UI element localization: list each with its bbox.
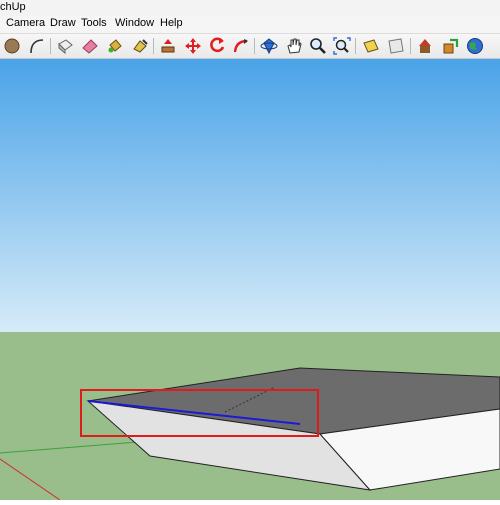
toolbar	[0, 34, 500, 59]
model-viewport[interactable]	[0, 59, 500, 501]
move-icon[interactable]	[183, 36, 203, 56]
orbit-icon[interactable]	[259, 36, 279, 56]
pan-icon[interactable]	[284, 36, 304, 56]
get-models-icon[interactable]	[415, 36, 435, 56]
section-icon[interactable]	[361, 36, 381, 56]
rotate-icon[interactable]	[207, 36, 227, 56]
scene-canvas[interactable]	[0, 59, 500, 501]
toolbar-separator	[355, 38, 356, 54]
circle-icon[interactable]	[2, 36, 22, 56]
menu-window[interactable]: Window	[115, 17, 154, 29]
zoom-icon[interactable]	[308, 36, 328, 56]
paint-bucket-icon[interactable]	[105, 36, 125, 56]
menu-tools[interactable]: Tools	[81, 17, 107, 29]
menu-help[interactable]: Help	[160, 17, 183, 29]
globe-icon[interactable]	[465, 36, 485, 56]
menu-draw[interactable]: Draw	[50, 17, 76, 29]
menu-bar: Camera Draw Tools Window Help	[0, 16, 500, 34]
toolbar-separator	[153, 38, 154, 54]
toolbar-separator	[254, 38, 255, 54]
follow-me-icon[interactable]	[231, 36, 251, 56]
eraser-icon[interactable]	[80, 36, 100, 56]
sky	[0, 59, 500, 332]
zoom-extents-icon[interactable]	[332, 36, 352, 56]
title-bar: chUp	[0, 0, 500, 16]
paint-icon[interactable]	[130, 36, 150, 56]
menu-camera[interactable]: Camera	[6, 17, 45, 29]
window-title: chUp	[0, 1, 26, 13]
toolbar-separator	[50, 38, 51, 54]
plane-icon[interactable]	[386, 36, 406, 56]
eraser-box-icon[interactable]	[55, 36, 75, 56]
arc-icon[interactable]	[27, 36, 47, 56]
toolbar-separator	[410, 38, 411, 54]
share-model-icon[interactable]	[440, 36, 460, 56]
push-pull-icon[interactable]	[158, 36, 178, 56]
